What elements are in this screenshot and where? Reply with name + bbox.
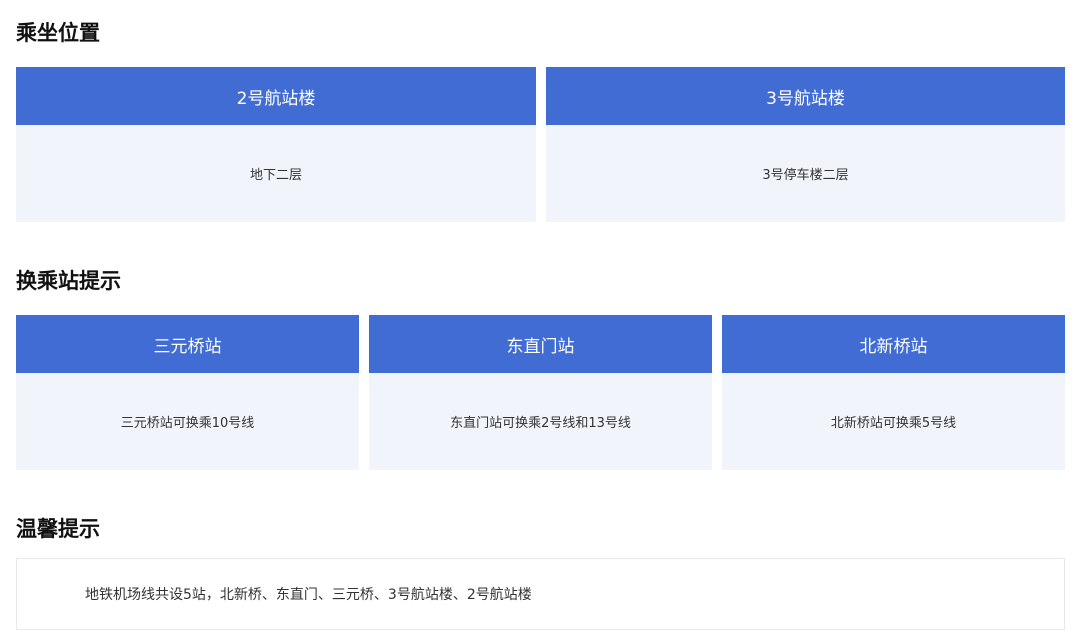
boarding-location-title: 乘坐位置 [16, 21, 100, 45]
sanyuanqiao-card: 三元桥站 三元桥站可换乘10号线 [16, 315, 359, 470]
sanyuanqiao-card-body: 三元桥站可换乘10号线 [16, 373, 359, 470]
sanyuanqiao-card-header: 三元桥站 [16, 315, 359, 373]
terminal-3-card-body: 3号停车楼二层 [546, 125, 1065, 222]
beixinqiao-card: 北新桥站 北新桥站可换乘5号线 [722, 315, 1065, 470]
dongzhimen-card-body: 东直门站可换乘2号线和13号线 [369, 373, 712, 470]
dongzhimen-card-header: 东直门站 [369, 315, 712, 373]
terminal-3-card: 3号航站楼 3号停车楼二层 [546, 67, 1065, 222]
beixinqiao-card-header: 北新桥站 [722, 315, 1065, 373]
transfer-station-cards: 三元桥站 三元桥站可换乘10号线 东直门站 东直门站可换乘2号线和13号线 北新… [16, 315, 1065, 470]
boarding-location-cards: 2号航站楼 地下二层 3号航站楼 3号停车楼二层 [16, 67, 1065, 222]
tips-title: 温馨提示 [16, 517, 100, 541]
terminal-2-card-header: 2号航站楼 [16, 67, 536, 125]
tips-text: 地铁机场线共设5站，北新桥、东直门、三元桥、3号航站楼、2号航站楼 [85, 587, 532, 603]
terminal-2-card-body: 地下二层 [16, 125, 536, 222]
dongzhimen-card: 东直门站 东直门站可换乘2号线和13号线 [369, 315, 712, 470]
tips-box: 地铁机场线共设5站，北新桥、东直门、三元桥、3号航站楼、2号航站楼 [16, 558, 1065, 630]
airport-line-info-page: 乘坐位置 2号航站楼 地下二层 3号航站楼 3号停车楼二层 换乘站提示 三元桥站… [0, 0, 1080, 642]
terminal-2-card: 2号航站楼 地下二层 [16, 67, 536, 222]
transfer-station-title: 换乘站提示 [16, 269, 121, 293]
beixinqiao-card-body: 北新桥站可换乘5号线 [722, 373, 1065, 470]
terminal-3-card-header: 3号航站楼 [546, 67, 1065, 125]
